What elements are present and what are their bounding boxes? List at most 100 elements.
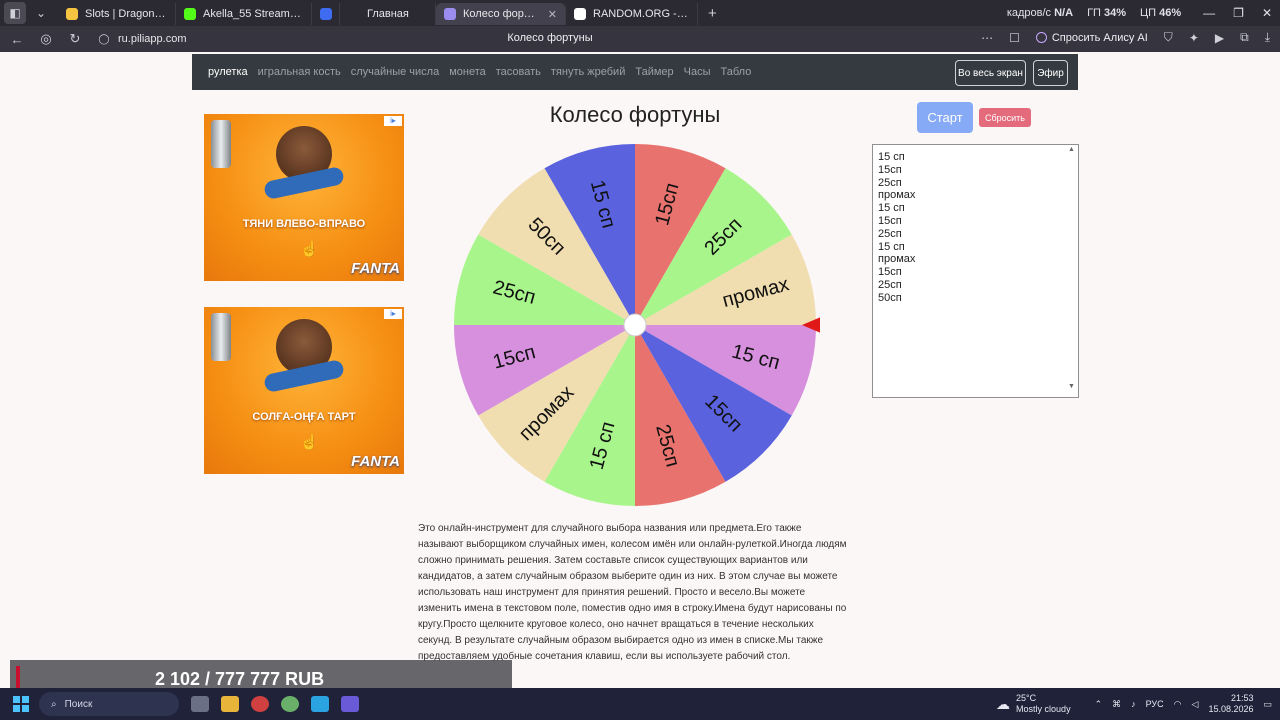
tab-favicon-icon bbox=[444, 8, 456, 20]
wifi-icon[interactable]: ◠ bbox=[1174, 699, 1182, 710]
collections-icon[interactable]: ⧉ bbox=[1240, 30, 1249, 45]
search-icon: ⌕ bbox=[51, 698, 57, 710]
scroll-down-icon[interactable]: ▼ bbox=[1068, 383, 1075, 390]
browser-tab[interactable] bbox=[312, 3, 340, 25]
broadcast-button[interactable]: Эфир bbox=[1033, 60, 1068, 86]
new-tab-icon[interactable]: + bbox=[708, 5, 717, 22]
system-stats: кадров/с N/A ГП 34% ЦП 46% — ❐ ✕ bbox=[1006, 6, 1272, 20]
extensions-icon[interactable]: ✦ bbox=[1189, 31, 1199, 45]
tab-favicon-icon bbox=[348, 8, 360, 20]
mic-icon[interactable]: ♪ bbox=[1131, 699, 1136, 709]
nav-item[interactable]: Часы bbox=[684, 66, 711, 78]
clock[interactable]: 21:53 15.08.2026 bbox=[1208, 693, 1253, 715]
tab-favicon-icon bbox=[320, 8, 332, 20]
entry-line: 15 сп bbox=[878, 202, 905, 215]
entry-line: 15сп bbox=[878, 163, 902, 176]
browser-menu-icon[interactable]: ◧ bbox=[4, 2, 26, 24]
yandex-browser-icon[interactable] bbox=[251, 696, 269, 712]
ask-alice-button[interactable]: Спросить Алису AI bbox=[1035, 32, 1148, 44]
tabs-dropdown-icon[interactable]: ⌄ bbox=[30, 2, 52, 24]
tab-title: RANDOM.ORG - True Ran bbox=[593, 8, 689, 20]
taskbar-search[interactable]: ⌕ Поиск bbox=[39, 692, 179, 716]
balance-value: 2 102 / 777 777 RUB bbox=[155, 669, 325, 689]
weather-widget[interactable]: ☁ 25°C Mostly cloudy bbox=[996, 693, 1071, 715]
bookmark-icon[interactable]: ☐ bbox=[1009, 31, 1020, 45]
entry-line: 50сп bbox=[878, 291, 902, 304]
nav-item[interactable]: случайные числа bbox=[351, 66, 439, 78]
media-icon[interactable]: ▶ bbox=[1215, 31, 1224, 45]
lang-indicator[interactable]: РУС bbox=[1146, 699, 1164, 709]
ad-text: СОЛҒА-ОҢҒА ТАРТ bbox=[252, 411, 356, 423]
telegram-icon[interactable] bbox=[311, 696, 329, 712]
entry-line: 15 сп bbox=[878, 240, 905, 253]
textarea-scrollbar[interactable]: ▲ ▼ bbox=[1067, 146, 1077, 396]
ad-brand-logo: FANTA bbox=[351, 453, 400, 470]
task-view-icon[interactable] bbox=[191, 696, 209, 712]
entry-line: промах bbox=[878, 189, 916, 202]
file-explorer-icon[interactable] bbox=[221, 696, 239, 712]
system-tray: ☁ 25°C Mostly cloudy ⌃ ⌘ ♪ РУС ◠ ◁ 21:53 1… bbox=[996, 688, 1272, 720]
tab-close-icon[interactable]: ✕ bbox=[548, 8, 557, 21]
tab-title: Slots | Dragon Money bbox=[85, 8, 167, 20]
hand-pointer-icon: ☝ bbox=[300, 434, 319, 451]
shield-icon[interactable]: ⛉ bbox=[1164, 30, 1173, 45]
entries-textarea[interactable]: 15 сп 15сп 25сп промах 15 сп 15сп 25сп 15 сп про… bbox=[872, 144, 1079, 398]
ad-banner-2[interactable]: i▸ СОЛҒА-ОҢҒА ТАРТ ☝ FANTA bbox=[204, 307, 404, 474]
ad-banner-1[interactable]: i▸ ТЯНИ ВЛЕВО-ВПРАВО ☝ FANTA bbox=[204, 114, 404, 281]
download-icon[interactable]: ⤓ bbox=[1265, 30, 1270, 45]
notification-icon[interactable]: ▭ bbox=[1263, 699, 1272, 710]
browser-tab[interactable]: RANDOM.ORG - True Ran bbox=[566, 3, 698, 25]
browser-tab[interactable]: Главная bbox=[340, 3, 436, 25]
ad-can-image bbox=[211, 313, 231, 361]
site-nav: рулетка игральная кость случайные числа мон… bbox=[192, 54, 1078, 90]
alice-icon bbox=[1035, 32, 1047, 43]
ad-info-icon[interactable]: i▸ bbox=[384, 309, 402, 319]
app-icon[interactable] bbox=[281, 696, 299, 712]
nav-item[interactable]: тасовать bbox=[496, 66, 541, 78]
entry-line: промах bbox=[878, 253, 916, 266]
tray-chevron-icon[interactable]: ⌃ bbox=[1095, 699, 1103, 710]
taskbar: ⌕ Поиск ☁ 25°C Mostly cloudy ⌃ ⌘ ♪ РУС ◠ … bbox=[0, 688, 1280, 720]
ad-info-icon[interactable]: i▸ bbox=[384, 116, 402, 126]
browser-tab-bar: ◧ ⌄ Slots | Dragon Money Akella_55 Stream… bbox=[0, 0, 1280, 26]
nav-item[interactable]: Табло bbox=[721, 66, 752, 78]
discord-icon[interactable] bbox=[341, 696, 359, 712]
entry-line: 15сп bbox=[878, 266, 902, 279]
nav-item[interactable]: монета bbox=[449, 66, 486, 78]
ad-brand-logo: FANTA bbox=[351, 260, 400, 277]
start-button[interactable]: Старт bbox=[917, 102, 973, 133]
tab-favicon-icon bbox=[66, 8, 78, 20]
wheel-hub[interactable] bbox=[623, 313, 647, 337]
browser-tab[interactable]: Колесо фортуны ✕ bbox=[436, 3, 566, 25]
ad-text: ТЯНИ ВЛЕВО-ВПРАВО bbox=[242, 218, 366, 230]
reset-button[interactable]: Сбросить bbox=[979, 108, 1031, 127]
more-icon[interactable]: ⋯ bbox=[981, 31, 993, 45]
minimize-icon[interactable]: — bbox=[1203, 6, 1215, 20]
browser-tab[interactable]: Akella_55 Stream - Watch bbox=[176, 3, 312, 25]
entry-line: 25сп bbox=[878, 227, 902, 240]
entry-line: 15сп bbox=[878, 214, 902, 227]
tab-favicon-icon bbox=[574, 8, 586, 20]
volume-icon[interactable]: ◁ bbox=[1192, 699, 1199, 710]
nav-item[interactable]: рулетка bbox=[208, 66, 248, 78]
fullscreen-button[interactable]: Во весь экран bbox=[955, 60, 1026, 86]
browser-tab[interactable]: Slots | Dragon Money bbox=[58, 3, 176, 25]
network-icon[interactable]: ⌘ bbox=[1112, 699, 1121, 710]
nav-item[interactable]: тянуть жребий bbox=[551, 66, 625, 78]
maximize-icon[interactable]: ❐ bbox=[1233, 6, 1244, 20]
fortune-wheel[interactable]: 15сп 25сп промах 15 сп 15сп 25сп 15 сп промах 15… bbox=[450, 140, 820, 510]
close-icon[interactable]: ✕ bbox=[1262, 6, 1272, 20]
wheel-svg[interactable]: 15сп25сппромах15 сп15сп25сп15 сппромах15… bbox=[450, 140, 820, 510]
entry-line: 25сп bbox=[878, 278, 902, 291]
hand-pointer-icon: ☝ bbox=[300, 241, 319, 258]
scroll-up-icon[interactable]: ▲ bbox=[1068, 146, 1075, 153]
nav-item[interactable]: игральная кость bbox=[258, 66, 341, 78]
windows-start-icon[interactable] bbox=[13, 696, 29, 712]
page-title-display: Колесо фортуны bbox=[507, 32, 593, 44]
nav-item[interactable]: Таймер bbox=[635, 66, 673, 78]
tab-favicon-icon bbox=[184, 8, 196, 20]
tab-title: Главная bbox=[367, 8, 409, 20]
page-heading: Колесо фортуны bbox=[549, 102, 721, 127]
balance-overlay: 2 102 / 777 777 RUB bbox=[10, 660, 512, 692]
description-text: Это онлайн-инструмент для случайного выб… bbox=[418, 523, 847, 662]
